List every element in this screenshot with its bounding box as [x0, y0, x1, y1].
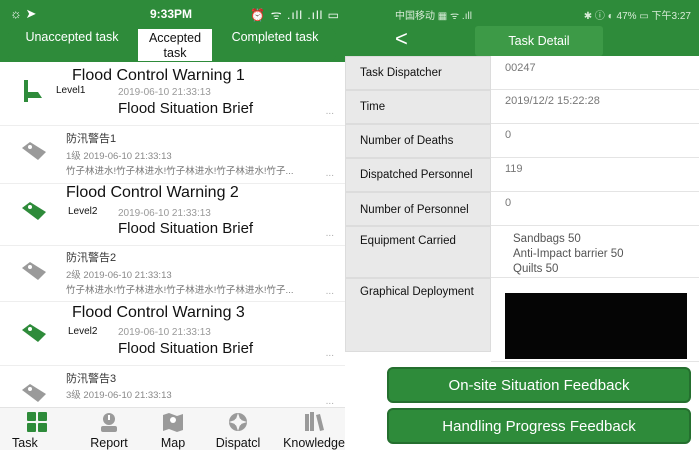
- more-icon[interactable]: ...: [326, 106, 334, 117]
- nav-label: Report: [90, 436, 128, 450]
- list-item[interactable]: Flood Control Warning 1 Level1 2019-06-1…: [0, 64, 350, 126]
- status-carrier: 中国移动 ▦ ᯤ .ıll: [395, 11, 472, 22]
- item-title: Flood Control Warning 1: [72, 67, 245, 84]
- list-item[interactable]: Flood Control Warning 2 Level2 2019-06-1…: [0, 184, 350, 246]
- item-title: 防汛警告1: [66, 133, 117, 145]
- list-item[interactable]: 防汛警告3 3级 2019-06-10 21:33:13 ...: [0, 366, 350, 407]
- status-right-info: ✱ ⓘ ◐ 47% ▭ 下午3:27: [583, 11, 691, 22]
- task-list-screen: ☼ ➤ 9:33PM ⏰ ᯤ .ıll .ıll ▭ Unaccepted ta…: [0, 0, 350, 450]
- flag-tag-icon: [24, 80, 42, 102]
- label-task-dispatcher: Task Dispatcher: [345, 56, 491, 90]
- item-date: 2019-06-10 21:33:13: [118, 208, 211, 219]
- report-icon: [101, 413, 117, 432]
- item-level: Level2: [68, 206, 98, 217]
- list-item[interactable]: 防汛警告2 2级 2019-06-10 21:33:13 竹子林进水!竹子林进水…: [0, 246, 350, 302]
- tag-icon: [22, 142, 46, 160]
- nav-dispatch[interactable]: Dispatcl: [206, 408, 270, 450]
- item-brief: Flood Situation Brief: [118, 100, 254, 117]
- nav-label: Knowledge: [283, 436, 345, 450]
- item-meta: 3级 2019-06-10 21:33:13: [66, 390, 172, 401]
- value-dispatched-personnel: 119: [491, 158, 699, 192]
- item-date: 2019-06-10 21:33:13: [118, 327, 211, 338]
- tab-unaccepted[interactable]: Unaccepted task: [8, 28, 136, 62]
- item-level: Level1: [56, 85, 86, 96]
- nav-map[interactable]: Map: [146, 408, 200, 450]
- value-number-of-deaths: 0: [491, 124, 699, 158]
- item-title: Flood Control Warning 3: [72, 304, 245, 321]
- item-title: 防汛警告3: [66, 373, 117, 385]
- item-meta: 2级 2019-06-10 21:33:13: [66, 270, 172, 281]
- tag-icon: [22, 324, 46, 342]
- value-time: 2019/12/2 15:22:28: [491, 90, 699, 124]
- knowledge-books-icon: [305, 412, 324, 431]
- back-button[interactable]: <: [395, 26, 425, 56]
- equipment-item: Quilts 50: [513, 263, 559, 275]
- more-icon[interactable]: ...: [326, 286, 334, 297]
- deployment-image[interactable]: [505, 293, 687, 359]
- tag-icon: [22, 202, 46, 220]
- nav-label: Map: [160, 436, 186, 450]
- status-bar: 中国移动 ▦ ᯤ .ıll ✱ ⓘ ◐ 47% ▭ 下午3:27: [345, 0, 699, 26]
- status-time: 9:33PM: [150, 7, 193, 21]
- item-body: 竹子林进水!竹子林进水!竹子林进水!竹子林进水!竹子...: [66, 285, 294, 296]
- more-icon[interactable]: ...: [326, 348, 334, 359]
- list-item[interactable]: 防汛警告1 1级 2019-06-10 21:33:13 竹子林进水!竹子林进水…: [0, 126, 350, 184]
- value-equipment-carried: Sandbags 50 Anti-Impact barrier 50 Quilt…: [491, 226, 699, 278]
- item-title: Flood Control Warning 2: [66, 184, 239, 201]
- label-number-of-deaths: Number of Deaths: [345, 124, 491, 158]
- onsite-feedback-button[interactable]: On-site Situation Feedback: [387, 367, 691, 403]
- tag-icon: [22, 262, 46, 280]
- item-brief: Flood Situation Brief: [118, 220, 254, 237]
- task-detail-screen: 中国移动 ▦ ᯤ .ıll ✱ ⓘ ◐ 47% ▭ 下午3:27 < Task …: [345, 0, 699, 450]
- label-dispatched-personnel: Dispatched Personnel: [345, 158, 491, 192]
- more-icon[interactable]: ...: [326, 168, 334, 179]
- nav-label: Task: [12, 436, 38, 450]
- bottom-nav: Task Report Map Dispatcl Knowledge: [0, 407, 350, 450]
- label-number-of-personnel: Number of Personnel: [345, 192, 491, 226]
- detail-header: < Task Detail: [345, 26, 699, 56]
- nav-knowledge[interactable]: Knowledge: [278, 408, 350, 450]
- tab-accepted[interactable]: Accepted task: [137, 28, 213, 62]
- item-title: 防汛警告2: [66, 252, 117, 264]
- tag-icon: [22, 384, 46, 402]
- list-item[interactable]: Flood Control Warning 3 Level2 2019-06-1…: [0, 302, 350, 366]
- more-icon[interactable]: ...: [326, 228, 334, 239]
- nav-task[interactable]: Task: [10, 408, 64, 450]
- label-graphical-deployment: Graphical Deployment: [345, 278, 491, 352]
- task-grid-icon: [27, 412, 47, 432]
- value-number-of-personnel: 0: [491, 192, 699, 226]
- status-icons-right: ⏰ ᯤ .ıll .ıll ▭: [250, 8, 340, 22]
- dispatch-icon: [229, 413, 247, 431]
- equipment-item: Sandbags 50: [513, 233, 581, 245]
- task-list: Flood Control Warning 1 Level1 2019-06-1…: [0, 64, 350, 407]
- task-tabs: Unaccepted task Accepted task Completed …: [0, 28, 350, 62]
- equipment-item: Anti-Impact barrier 50: [513, 248, 624, 260]
- map-icon: [163, 413, 183, 432]
- item-level: Level2: [68, 326, 98, 337]
- item-brief: Flood Situation Brief: [118, 340, 254, 357]
- progress-feedback-button[interactable]: Handling Progress Feedback: [387, 408, 691, 444]
- more-icon[interactable]: ...: [326, 396, 334, 407]
- item-meta: 1级 2019-06-10 21:33:13: [66, 151, 172, 162]
- tab-completed[interactable]: Completed task: [214, 28, 336, 62]
- value-task-dispatcher: 00247: [491, 56, 699, 90]
- nav-report[interactable]: Report: [82, 408, 136, 450]
- label-time: Time: [345, 90, 491, 124]
- page-title: Task Detail: [475, 26, 603, 56]
- item-date: 2019-06-10 21:33:13: [118, 87, 211, 98]
- status-bar: ☼ ➤ 9:33PM ⏰ ᯤ .ıll .ıll ▭: [0, 0, 350, 28]
- status-icons-left: ☼ ➤: [10, 6, 37, 21]
- nav-label: Dispatcl: [215, 436, 261, 450]
- label-equipment-carried: Equipment Carried: [345, 226, 491, 278]
- item-body: 竹子林进水!竹子林进水!竹子林进水!竹子林进水!竹子...: [66, 166, 294, 177]
